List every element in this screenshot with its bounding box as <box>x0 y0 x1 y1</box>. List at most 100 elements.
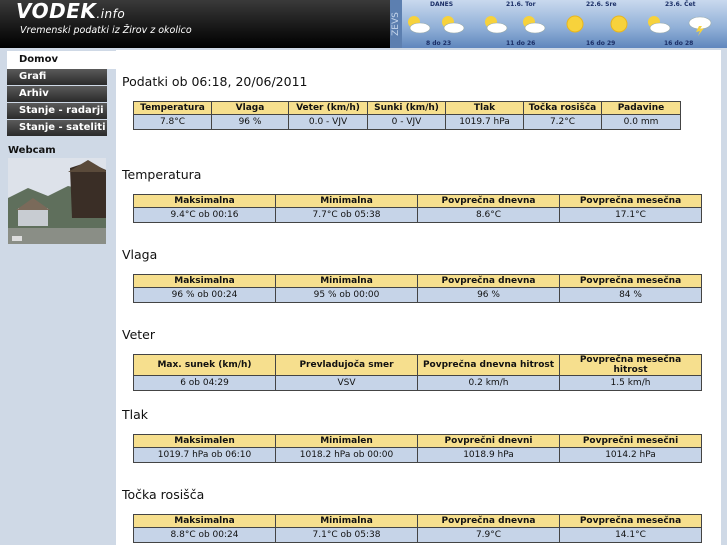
forecast-day-label: 22.6. Sre <box>586 1 617 8</box>
forecast-strip[interactable]: DANES 21.6. Tor 22.6. Sre 23.6. Čet 8 do… <box>402 0 727 48</box>
partly-cloudy-icon <box>442 16 465 34</box>
zevs-label[interactable]: ZEVS <box>390 0 402 48</box>
table-header: Maksimalna <box>133 194 276 208</box>
brand: VODEK.info <box>16 0 125 23</box>
forecast-day-label: DANES <box>430 1 454 8</box>
table-header: Minimalen <box>275 434 418 448</box>
table-cell: 1.5 km/h <box>559 375 702 391</box>
table-header: Minimalna <box>275 274 418 288</box>
webcam-title: Webcam <box>8 145 56 156</box>
table-cell: 1019.7 hPa ob 06:10 <box>133 447 276 463</box>
section-title-tocka-rosisca: Točka rosišča <box>122 487 205 502</box>
current-title: Podatki ob 06:18, 20/06/2011 <box>122 74 308 89</box>
temperatura-table: Maksimalna Minimalna Povprečna dnevna Po… <box>133 194 702 223</box>
table-row: 96 % ob 00:24 95 % ob 00:00 96 % 84 % <box>133 287 702 303</box>
table-header: Prevladujoča smer <box>275 354 418 376</box>
webcam-image[interactable] <box>8 158 106 244</box>
table-header: Maksimalen <box>133 434 276 448</box>
table-header: Maksimalna <box>133 514 276 528</box>
section-title-tlak: Tlak <box>122 407 149 422</box>
table-cell: 9.4°C ob 00:16 <box>133 207 276 223</box>
table-cell: 1019.7 hPa <box>445 114 524 130</box>
table-header: Padavine <box>601 101 681 115</box>
table-cell: 1014.2 hPa <box>559 447 702 463</box>
table-cell: 84 % <box>559 287 702 303</box>
table-row: 7.8°C 96 % 0.0 - VJV 0 - VJV 1019.7 hPa … <box>133 114 681 130</box>
webcam-scene <box>8 158 106 244</box>
nav-stanje-radarji[interactable]: Stanje - radarji <box>7 103 107 119</box>
site-logo[interactable]: VODEK.info Vremenski podatki iz Žirov z … <box>0 0 390 48</box>
brand-name: VODEK <box>16 0 97 23</box>
forecast-temp: 11 do 26 <box>506 40 536 47</box>
table-cell: 0.2 km/h <box>417 375 560 391</box>
table-cell: 7.2°C <box>523 114 602 130</box>
table-header: Tlak <box>445 101 524 115</box>
table-cell: 0.0 mm <box>601 114 681 130</box>
sidebar: Domov Grafi Arhiv Stanje - radarji Stanj… <box>0 48 116 545</box>
nav-stanje-sateliti[interactable]: Stanje - sateliti <box>7 120 107 136</box>
thunderstorm-icon <box>688 16 712 36</box>
forecast-temp: 8 do 23 <box>426 40 452 47</box>
table-row: 6 ob 04:29 VSV 0.2 km/h 1.5 km/h <box>133 375 702 391</box>
table-header: Povprečni dnevni <box>417 434 560 448</box>
section-title-temperatura: Temperatura <box>122 167 202 182</box>
veter-table: Max. sunek (km/h) Prevladujoča smer Povp… <box>133 354 702 391</box>
partly-cloudy-icon <box>485 16 508 34</box>
table-header-row: Max. sunek (km/h) Prevladujoča smer Povp… <box>133 354 702 376</box>
table-header: Maksimalna <box>133 274 276 288</box>
table-header: Povprečna dnevna hitrost <box>417 354 560 376</box>
table-header: Povprečna mesečna <box>559 194 702 208</box>
table-header: Povprečna mesečna hitrost <box>559 354 702 376</box>
vlaga-table: Maksimalna Minimalna Povprečna dnevna Po… <box>133 274 702 303</box>
brand-suffix: .info <box>96 7 126 21</box>
partly-cloudy-icon <box>523 16 546 34</box>
nav-grafi[interactable]: Grafi <box>7 69 107 85</box>
table-header: Minimalna <box>275 194 418 208</box>
table-cell: 96 % ob 00:24 <box>133 287 276 303</box>
table-cell: 0.0 - VJV <box>288 114 368 130</box>
table-row: 9.4°C ob 00:16 7.7°C ob 05:38 8.6°C 17.1… <box>133 207 702 223</box>
table-cell: 1018.9 hPa <box>417 447 560 463</box>
table-cell: 1018.2 hPa ob 00:00 <box>275 447 418 463</box>
header: VODEK.info Vremenski podatki iz Žirov z … <box>0 0 727 48</box>
table-header-row: Temperatura Vlaga Veter (km/h) Sunki (km… <box>133 101 681 115</box>
table-header: Temperatura <box>133 101 212 115</box>
table-header: Povprečna mesečna <box>559 514 702 528</box>
table-cell: 96 % <box>417 287 560 303</box>
table-header-row: Maksimalen Minimalen Povprečni dnevni Po… <box>133 434 702 448</box>
table-row: 1019.7 hPa ob 06:10 1018.2 hPa ob 00:00 … <box>133 447 702 463</box>
partly-cloudy-icon <box>408 16 431 34</box>
table-header: Povprečna dnevna <box>417 274 560 288</box>
table-header: Točka rosišča <box>523 101 602 115</box>
table-cell: 8.6°C <box>417 207 560 223</box>
table-cell: VSV <box>275 375 418 391</box>
tocka-rosisca-table: Maksimalna Minimalna Povprečna dnevna Po… <box>133 514 702 543</box>
table-header: Povprečni mesečni <box>559 434 702 448</box>
table-cell: 7.8°C <box>133 114 212 130</box>
main-content: Podatki ob 06:18, 20/06/2011 Temperatura… <box>116 50 721 545</box>
sunny-icon <box>610 15 628 33</box>
table-header: Povprečna dnevna <box>417 194 560 208</box>
nav-arhiv[interactable]: Arhiv <box>7 86 107 102</box>
nav-domov[interactable]: Domov <box>7 51 116 69</box>
table-header: Veter (km/h) <box>288 101 368 115</box>
table-cell: 7.7°C ob 05:38 <box>275 207 418 223</box>
table-cell: 8.8°C ob 00:24 <box>133 527 276 543</box>
forecast-temp: 16 do 29 <box>586 40 616 47</box>
table-row: 8.8°C ob 00:24 7.1°C ob 05:38 7.9°C 14.1… <box>133 527 702 543</box>
tlak-table: Maksimalen Minimalen Povprečni dnevni Po… <box>133 434 702 463</box>
partly-cloudy-icon <box>648 16 671 34</box>
table-cell: 7.9°C <box>417 527 560 543</box>
table-header: Povprečna mesečna <box>559 274 702 288</box>
table-cell: 7.1°C ob 05:38 <box>275 527 418 543</box>
table-header-row: Maksimalna Minimalna Povprečna dnevna Po… <box>133 194 702 208</box>
current-table: Temperatura Vlaga Veter (km/h) Sunki (km… <box>133 101 681 130</box>
forecast-day-label: 21.6. Tor <box>506 1 536 8</box>
table-header: Max. sunek (km/h) <box>133 354 276 376</box>
table-cell: 96 % <box>211 114 289 130</box>
table-header: Povprečna dnevna <box>417 514 560 528</box>
site-tagline: Vremenski podatki iz Žirov z okolico <box>20 25 192 36</box>
sunny-icon <box>566 15 584 33</box>
table-cell: 17.1°C <box>559 207 702 223</box>
table-cell: 14.1°C <box>559 527 702 543</box>
